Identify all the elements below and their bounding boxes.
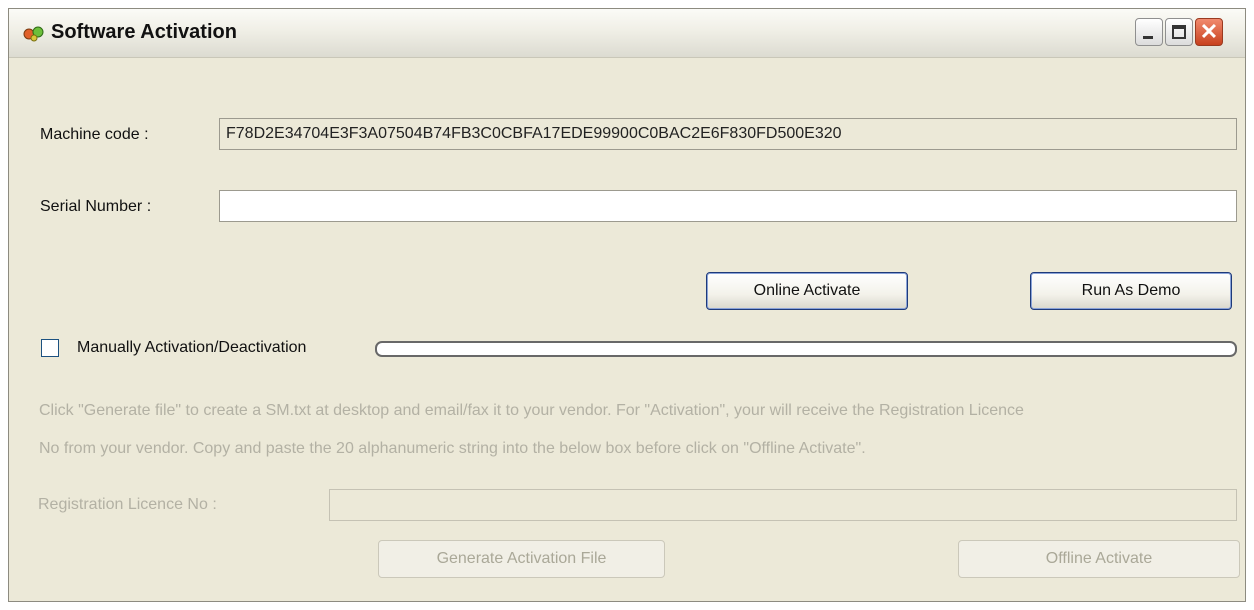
minimize-icon — [1143, 36, 1153, 39]
instructions-line-2: No from your vendor. Copy and paste the … — [39, 440, 866, 457]
registration-licence-label: Registration Licence No : — [38, 496, 217, 513]
minimize-button[interactable] — [1135, 18, 1163, 46]
manual-activation-label[interactable]: Manually Activation/Deactivation — [77, 339, 306, 357]
activation-progress-bar — [375, 341, 1237, 357]
machine-code-label: Machine code : — [40, 126, 149, 143]
registration-licence-input[interactable] — [329, 489, 1237, 521]
machine-code-field[interactable]: F78D2E34704E3F3A07504B74FB3C0CBFA17EDE99… — [219, 118, 1237, 150]
online-activate-button[interactable]: Online Activate — [706, 272, 908, 310]
maximize-button[interactable] — [1165, 18, 1193, 46]
maximize-icon — [1172, 25, 1186, 39]
title-bar[interactable]: Software Activation ✕ — [9, 9, 1245, 58]
instructions-line-1: Click "Generate file" to create a SM.txt… — [39, 402, 1024, 419]
serial-number-label: Serial Number : — [40, 198, 152, 215]
close-icon: ✕ — [1199, 19, 1219, 44]
window-title: Software Activation — [51, 21, 237, 43]
close-button[interactable]: ✕ — [1195, 18, 1223, 46]
offline-activate-button[interactable]: Offline Activate — [958, 540, 1240, 578]
software-activation-window: Software Activation ✕ Machine code : F78… — [8, 8, 1246, 602]
generate-activation-file-button[interactable]: Generate Activation File — [378, 540, 665, 578]
serial-number-input[interactable] — [219, 190, 1237, 222]
app-icon — [23, 26, 44, 42]
manual-activation-checkbox[interactable] — [41, 339, 59, 357]
run-as-demo-button[interactable]: Run As Demo — [1030, 272, 1232, 310]
